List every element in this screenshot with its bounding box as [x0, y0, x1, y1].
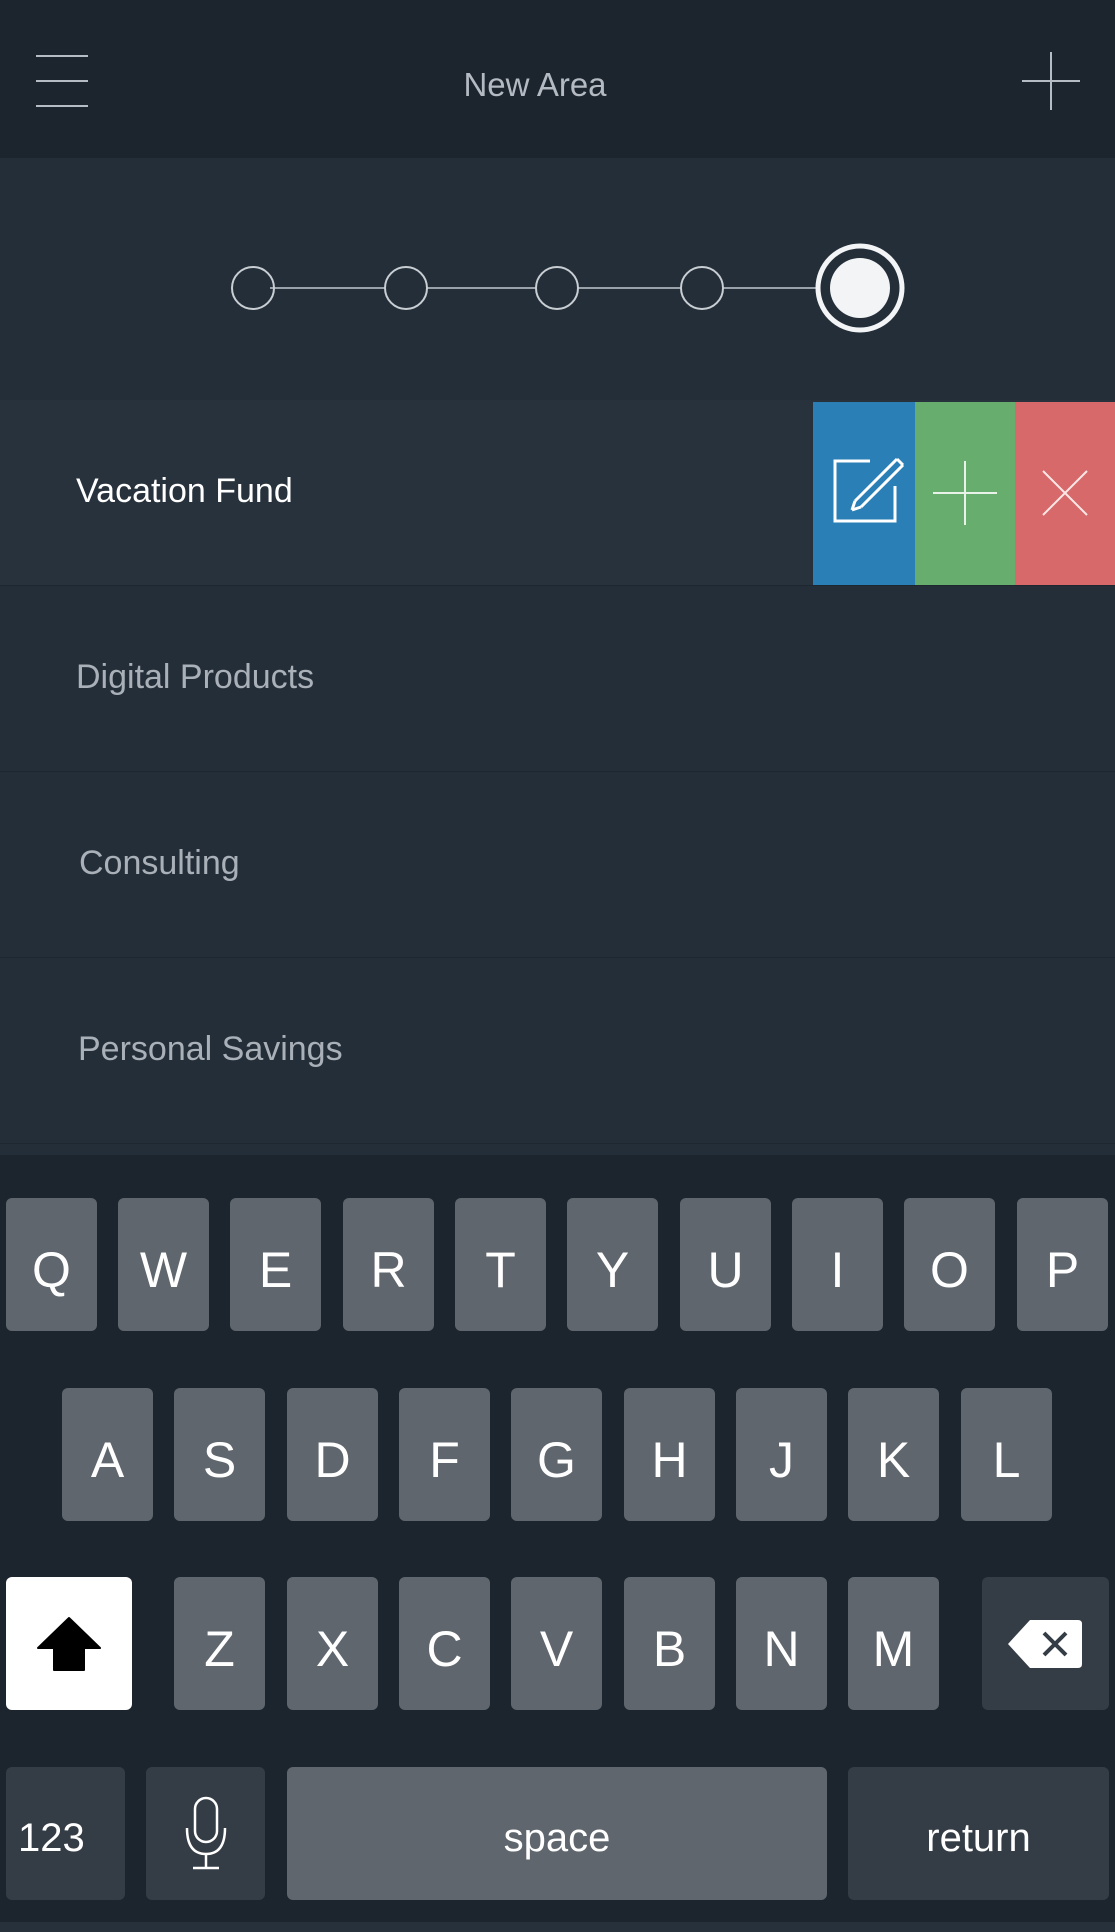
delete-button[interactable] [1015, 402, 1115, 585]
list-item-label: Vacation Fund [76, 472, 293, 510]
key-c[interactable]: C [399, 1577, 490, 1710]
list-item-label: Consulting [79, 844, 240, 882]
key-i[interactable]: I [792, 1198, 883, 1331]
step-3-dot[interactable] [535, 266, 579, 310]
list-item-label: Digital Products [76, 658, 315, 696]
add-icon[interactable] [1022, 52, 1080, 110]
keyboard: Q W E R T Y U I O P A S D F G H J K L Z … [0, 1155, 1115, 1932]
space-key[interactable]: space [287, 1767, 827, 1900]
key-e[interactable]: E [230, 1198, 321, 1331]
list-item[interactable]: Vacation Fund [0, 400, 1115, 586]
page-title: New Area [463, 66, 607, 103]
key-o[interactable]: O [904, 1198, 995, 1331]
bottom-strip [0, 1922, 1115, 1932]
step-4-dot[interactable] [680, 266, 724, 310]
key-p[interactable]: P [1017, 1198, 1108, 1331]
backspace-key[interactable] [982, 1577, 1109, 1710]
key-y[interactable]: Y [567, 1198, 658, 1331]
key-d[interactable]: D [287, 1388, 378, 1521]
dictation-key[interactable] [146, 1767, 265, 1900]
key-v[interactable]: V [511, 1577, 602, 1710]
numbers-key[interactable]: 123 [6, 1767, 125, 1900]
key-f[interactable]: F [399, 1388, 490, 1521]
plus-icon [933, 461, 997, 525]
list-item[interactable]: Consulting [0, 772, 1115, 958]
top-bar: New Area [0, 0, 1115, 158]
key-q[interactable]: Q [6, 1198, 97, 1331]
key-x[interactable]: X [287, 1577, 378, 1710]
key-j[interactable]: J [736, 1388, 827, 1521]
key-u[interactable]: U [680, 1198, 771, 1331]
row-actions [813, 402, 1115, 585]
key-n[interactable]: N [736, 1577, 827, 1710]
edit-button[interactable] [813, 402, 915, 585]
key-w[interactable]: W [118, 1198, 209, 1331]
key-g[interactable]: G [511, 1388, 602, 1521]
key-r[interactable]: R [343, 1198, 434, 1331]
key-h[interactable]: H [624, 1388, 715, 1521]
close-icon [1042, 470, 1088, 516]
backspace-icon [1007, 1619, 1082, 1668]
key-m[interactable]: M [848, 1577, 939, 1710]
shift-key[interactable] [6, 1577, 132, 1710]
list-item-label: Personal Savings [78, 1030, 343, 1068]
key-a[interactable]: A [62, 1388, 153, 1521]
key-b[interactable]: B [624, 1577, 715, 1710]
step-2-dot[interactable] [384, 266, 428, 310]
return-key[interactable]: return [848, 1767, 1109, 1900]
shift-arrow-icon [37, 1616, 101, 1671]
microphone-icon [185, 1796, 226, 1869]
list-item[interactable]: Personal Savings [0, 958, 1115, 1144]
edit-icon [833, 457, 905, 523]
progress-stepper [0, 158, 1115, 400]
stepper-track [231, 243, 905, 333]
key-k[interactable]: K [848, 1388, 939, 1521]
add-sub-item-button[interactable] [915, 402, 1015, 585]
step-1-dot[interactable] [231, 266, 275, 310]
key-z[interactable]: Z [174, 1577, 265, 1710]
key-s[interactable]: S [174, 1388, 265, 1521]
area-list: Vacation Fund Digital Products Consultin… [0, 400, 1115, 1155]
key-l[interactable]: L [961, 1388, 1052, 1521]
key-t[interactable]: T [455, 1198, 546, 1331]
list-item[interactable]: Digital Products [0, 586, 1115, 772]
